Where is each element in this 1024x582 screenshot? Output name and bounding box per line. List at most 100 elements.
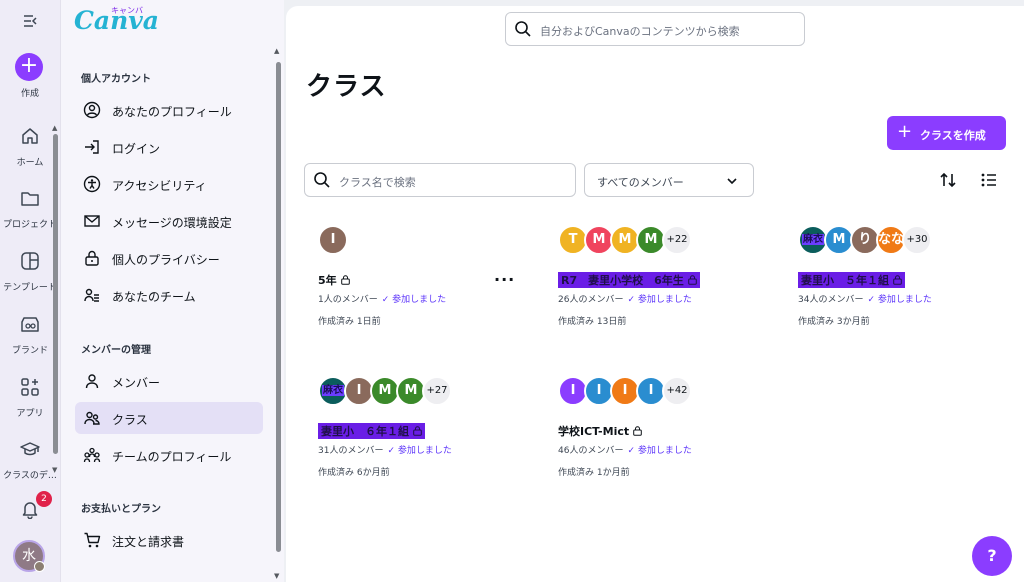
sidebar-item-label: チームのプロフィール	[112, 450, 232, 464]
joined-label: 参加しました	[877, 295, 932, 305]
sidebar-item-accessibility[interactable]: アクセシビリティ	[75, 168, 263, 200]
sidebar-item-orders-invoices[interactable]: 注文と請求書	[75, 524, 263, 556]
class-name: 妻里小 ５年１組	[798, 272, 905, 288]
member-filter-value: すべてのメンバー	[597, 176, 684, 189]
member-count: 46人のメンバー	[558, 446, 624, 456]
create-button[interactable]: +	[15, 53, 43, 81]
rail-item-templates[interactable]: テンプレート	[0, 280, 60, 293]
section-title-billing: お支払いとプラン	[81, 504, 161, 515]
rail-item-class-design[interactable]: クラスのデ…	[0, 468, 60, 481]
folder-icon[interactable]	[19, 187, 41, 209]
create-class-label: クラスを作成	[920, 129, 986, 142]
create-class-button[interactable]: + クラスを作成	[887, 116, 1006, 150]
class-name: 5年	[318, 272, 350, 288]
canva-logo-kana: キャンバ	[111, 6, 143, 15]
list-view-icon[interactable]	[978, 169, 1000, 191]
lock-icon	[340, 275, 350, 285]
lock-icon	[633, 426, 642, 436]
member-count: 26人のメンバー	[558, 295, 624, 305]
rail-item-home[interactable]: ホーム	[0, 155, 60, 168]
team-icon	[83, 286, 101, 304]
sidebar-item-label: アクセシビリティ	[112, 179, 207, 193]
sidebar-item-privacy[interactable]: 個人のプライバシー	[75, 242, 263, 274]
sidebar-item-members[interactable]: メンバー	[75, 365, 263, 397]
sidebar-item-team-profile[interactable]: チームのプロフィール	[75, 439, 263, 471]
sidebar-item-message-settings[interactable]: メッセージの環境設定	[75, 205, 263, 237]
sidebar-item-profile[interactable]: あなたのプロフィール	[75, 94, 263, 126]
home-icon[interactable]	[19, 125, 41, 147]
left-rail: + 作成 ホーム プロジェクト テンプレート ブランド アプリ クラスのデ… ▲…	[0, 0, 60, 582]
more-options-icon[interactable]: ···	[494, 270, 515, 289]
team-profile-icon	[83, 446, 101, 464]
rail-scrollbar[interactable]: ▲ ▼	[52, 124, 59, 474]
scroll-down-icon[interactable]: ▼	[52, 466, 57, 474]
rail-item-projects[interactable]: プロジェクト	[0, 217, 60, 230]
member-icon	[83, 372, 101, 390]
rail-scroll-thumb[interactable]	[53, 134, 58, 454]
joined-label: 参加しました	[397, 446, 452, 456]
class-search-placeholder: クラス名で検索	[339, 176, 416, 189]
sidebar-item-label: クラス	[112, 413, 148, 427]
class-card[interactable]: 麻衣 M りなな +30 妻里小 ５年１組 34人のメンバー ✓ 参加しました 作成済み…	[798, 225, 1018, 345]
class-meta: 34人のメンバー ✓ 参加しました	[798, 292, 932, 305]
rail-item-apps[interactable]: アプリ	[0, 406, 60, 419]
created-date: 作成済み 3か月前	[798, 317, 870, 327]
class-name-text: 学校ICT-Mict	[558, 425, 630, 438]
class-search-input[interactable]: クラス名で検索	[304, 163, 576, 197]
rail-item-brand[interactable]: ブランド	[0, 343, 60, 356]
sidebar-item-classes[interactable]: クラス	[75, 402, 263, 434]
class-meta: 26人のメンバー ✓ 参加しました	[558, 292, 692, 305]
profile-icon	[83, 101, 101, 119]
lock-icon	[687, 275, 697, 285]
apps-icon[interactable]	[19, 376, 41, 398]
class-name: 妻里小 ６年１組	[318, 423, 425, 439]
joined-status: ✓ 参加しました	[627, 446, 692, 456]
created-date: 作成済み 6か月前	[318, 468, 390, 478]
global-search-placeholder: 自分およびCanvaのコンテンツから検索	[540, 25, 740, 38]
class-name-text: 妻里小 ６年１組	[321, 425, 409, 438]
class-card[interactable]: I I I I +42 学校ICT-Mict 46人のメンバー ✓ 参加しました 作成済み…	[558, 376, 778, 496]
plus-icon: +	[897, 121, 913, 142]
create-label: 作成	[20, 89, 39, 99]
joined-label: 参加しました	[392, 295, 447, 305]
collapse-menu-icon[interactable]	[20, 12, 40, 32]
accessibility-icon	[83, 175, 101, 193]
joined-status: ✓ 参加しました	[867, 295, 932, 305]
joined-status: ✓ 参加しました	[387, 446, 452, 456]
help-button[interactable]: ?	[972, 536, 1012, 576]
class-meta: 1人のメンバー ✓ 参加しました	[318, 292, 446, 305]
chevron-down-icon	[725, 173, 739, 187]
member-filter-dropdown[interactable]: すべてのメンバー	[584, 163, 754, 197]
more-members-count: +42	[662, 376, 692, 406]
scroll-up-icon[interactable]: ▲	[52, 124, 57, 132]
mail-icon	[83, 212, 101, 230]
scroll-up-icon[interactable]: ▲	[274, 47, 279, 55]
sidebar-item-login[interactable]: ログイン	[75, 131, 263, 163]
cart-icon	[83, 531, 101, 549]
page-title: クラス	[306, 72, 387, 102]
sidebar-item-your-team[interactable]: あなたのチーム	[75, 279, 263, 311]
search-icon	[514, 20, 532, 38]
scroll-down-icon[interactable]: ▼	[274, 572, 279, 580]
global-search-input[interactable]: 自分およびCanvaのコンテンツから検索	[505, 12, 805, 46]
more-members-count: +30	[902, 225, 932, 255]
sidebar-item-label: メンバー	[112, 376, 161, 390]
class-name-text: 妻里小 ５年１組	[801, 274, 889, 287]
template-icon[interactable]	[19, 250, 41, 272]
section-title-member-management: メンバーの管理	[81, 345, 151, 356]
brand-icon[interactable]	[19, 313, 41, 335]
lock-icon	[893, 275, 902, 285]
class-card[interactable]: T M M M +22 R7 妻里小学校 6年生 26人のメンバー ✓ 参加しました 作成…	[558, 225, 778, 345]
sidebar-scrollbar[interactable]: ▲ ▼	[274, 42, 282, 582]
joined-status: ✓ 参加しました	[627, 295, 692, 305]
sidebar-item-label: 注文と請求書	[112, 535, 185, 549]
main-panel: 自分およびCanvaのコンテンツから検索 クラス + クラスを作成 クラス名で検…	[286, 6, 1024, 582]
joined-label: 参加しました	[637, 446, 692, 456]
sort-icon[interactable]	[937, 169, 959, 191]
class-name: 学校ICT-Mict	[558, 423, 642, 439]
class-card[interactable]: 麻衣 I M M +27 妻里小 ６年１組 31人のメンバー ✓ 参加しました 作成済み …	[318, 376, 538, 496]
class-card[interactable]: I 5年 1人のメンバー ✓ 参加しました 作成済み 1日前 ···	[318, 225, 538, 345]
class-name-text: 5年	[318, 274, 337, 287]
graduation-cap-icon[interactable]	[19, 438, 41, 460]
sidebar-scroll-thumb[interactable]	[276, 62, 281, 552]
